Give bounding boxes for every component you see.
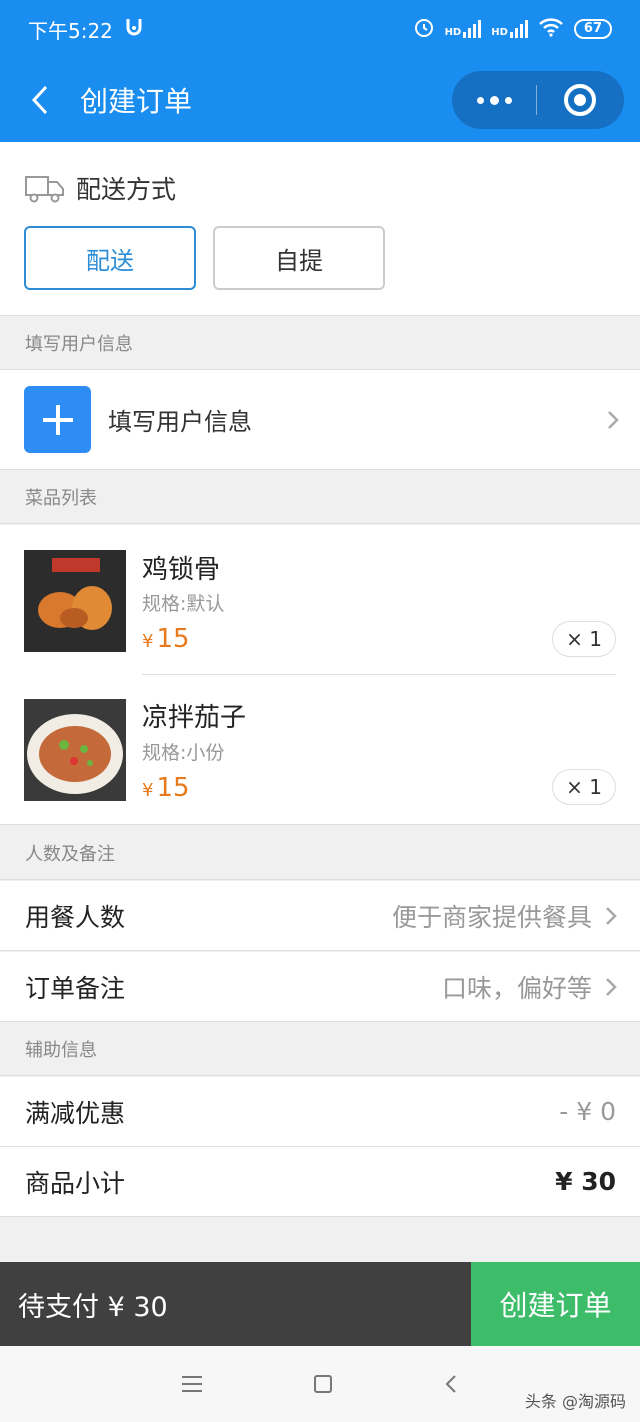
discount-row: 满减优惠 - ¥ 0 bbox=[0, 1077, 640, 1147]
currency-symbol: ¥ bbox=[142, 780, 154, 801]
dish-name: 凉拌茄子 bbox=[142, 703, 247, 733]
fill-user-info-label: 填写用户信息 bbox=[108, 408, 252, 436]
dish-spec: 规格:小份 bbox=[142, 742, 225, 764]
create-order-button[interactable]: 创建订单 bbox=[471, 1262, 640, 1346]
order-note-row[interactable]: 订单备注 口味，偏好等 bbox=[0, 952, 640, 1022]
dish-price-value: 15 bbox=[156, 773, 190, 803]
watermark: 头条 @淘源码 bbox=[524, 1392, 626, 1411]
network-label-1: HD bbox=[444, 27, 462, 38]
people-notes-section-label: 人数及备注 bbox=[0, 826, 640, 880]
battery-icon: 67 bbox=[573, 19, 612, 39]
dish-name: 鸡锁骨 bbox=[142, 555, 221, 585]
signal-icon-2: HD bbox=[491, 20, 528, 38]
order-note-placeholder: 口味，偏好等 bbox=[441, 973, 592, 1003]
aux-info-section-label: 辅助信息 bbox=[0, 1022, 640, 1076]
fill-user-info-row[interactable]: 填写用户信息 bbox=[0, 370, 640, 470]
dish-quantity: × 1 bbox=[552, 769, 616, 805]
checkout-bar: 待支付 ¥ 30 创建订单 bbox=[0, 1262, 640, 1346]
plus-icon bbox=[24, 386, 91, 453]
dish-image-chicken bbox=[24, 550, 126, 652]
system-nav-bar: 头条 @淘源码 bbox=[0, 1346, 640, 1422]
miniprogram-capsule bbox=[452, 71, 624, 129]
delivery-section: 配送方式 配送 自提 bbox=[0, 142, 640, 316]
subtotal-value: ¥ 30 bbox=[555, 1167, 616, 1196]
delivery-title: 配送方式 bbox=[76, 175, 177, 204]
clock: 下午5:22 bbox=[28, 18, 113, 43]
alarm-icon bbox=[413, 16, 435, 42]
chevron-right-icon bbox=[606, 977, 617, 996]
delivery-option-button[interactable]: 配送 bbox=[24, 226, 196, 290]
dish-price: ¥15 bbox=[142, 624, 190, 654]
diner-count-row[interactable]: 用餐人数 便于商家提供餐具 bbox=[0, 881, 640, 951]
dish-list: 鸡锁骨 规格:默认 ¥15 × 1 凉拌茄子 规格:小份 ¥15 × 1 bbox=[0, 525, 640, 825]
back-button[interactable] bbox=[0, 58, 80, 142]
chevron-right-icon bbox=[606, 906, 617, 925]
dish-item: 鸡锁骨 规格:默认 ¥15 × 1 bbox=[0, 525, 640, 675]
pickup-option-button[interactable]: 自提 bbox=[213, 226, 385, 290]
close-miniprogram-icon[interactable] bbox=[537, 84, 623, 116]
menu-icon[interactable] bbox=[182, 1376, 202, 1392]
system-back-icon[interactable] bbox=[444, 1373, 458, 1395]
subtotal-label: 商品小计 bbox=[25, 1168, 126, 1198]
dish-list-section-label: 菜品列表 bbox=[0, 470, 640, 524]
pending-payment-amount: 待支付 ¥ 30 bbox=[0, 1262, 471, 1346]
chevron-right-icon bbox=[608, 410, 619, 429]
page-title: 创建订单 bbox=[80, 85, 193, 118]
currency-symbol: ¥ bbox=[142, 631, 154, 652]
home-icon[interactable] bbox=[314, 1375, 332, 1393]
more-icon[interactable] bbox=[452, 95, 536, 105]
truck-icon bbox=[25, 176, 64, 203]
order-note-label: 订单备注 bbox=[25, 973, 126, 1003]
diner-count-label: 用餐人数 bbox=[25, 902, 126, 932]
dish-quantity: × 1 bbox=[552, 621, 616, 657]
notification-icon bbox=[125, 17, 143, 42]
subtotal-row: 商品小计 ¥ 30 bbox=[0, 1147, 640, 1217]
dish-price: ¥15 bbox=[142, 773, 190, 803]
network-label-2: HD bbox=[491, 27, 508, 38]
chevron-left-icon bbox=[31, 85, 48, 115]
dish-spec: 规格:默认 bbox=[142, 593, 225, 615]
signal-icon-1: HD bbox=[445, 20, 482, 38]
discount-value: - ¥ 0 bbox=[559, 1097, 616, 1126]
nav-bar: 创建订单 bbox=[0, 58, 640, 142]
dish-price-value: 15 bbox=[156, 624, 190, 654]
status-bar: 下午5:22 HD HD 67 bbox=[0, 0, 640, 58]
user-info-section-label: 填写用户信息 bbox=[0, 316, 640, 370]
discount-label: 满减优惠 bbox=[25, 1098, 126, 1128]
dish-image-eggplant bbox=[24, 699, 126, 801]
diner-count-placeholder: 便于商家提供餐具 bbox=[391, 902, 592, 932]
dish-item: 凉拌茄子 规格:小份 ¥15 × 1 bbox=[0, 675, 640, 825]
wifi-icon bbox=[538, 17, 564, 41]
